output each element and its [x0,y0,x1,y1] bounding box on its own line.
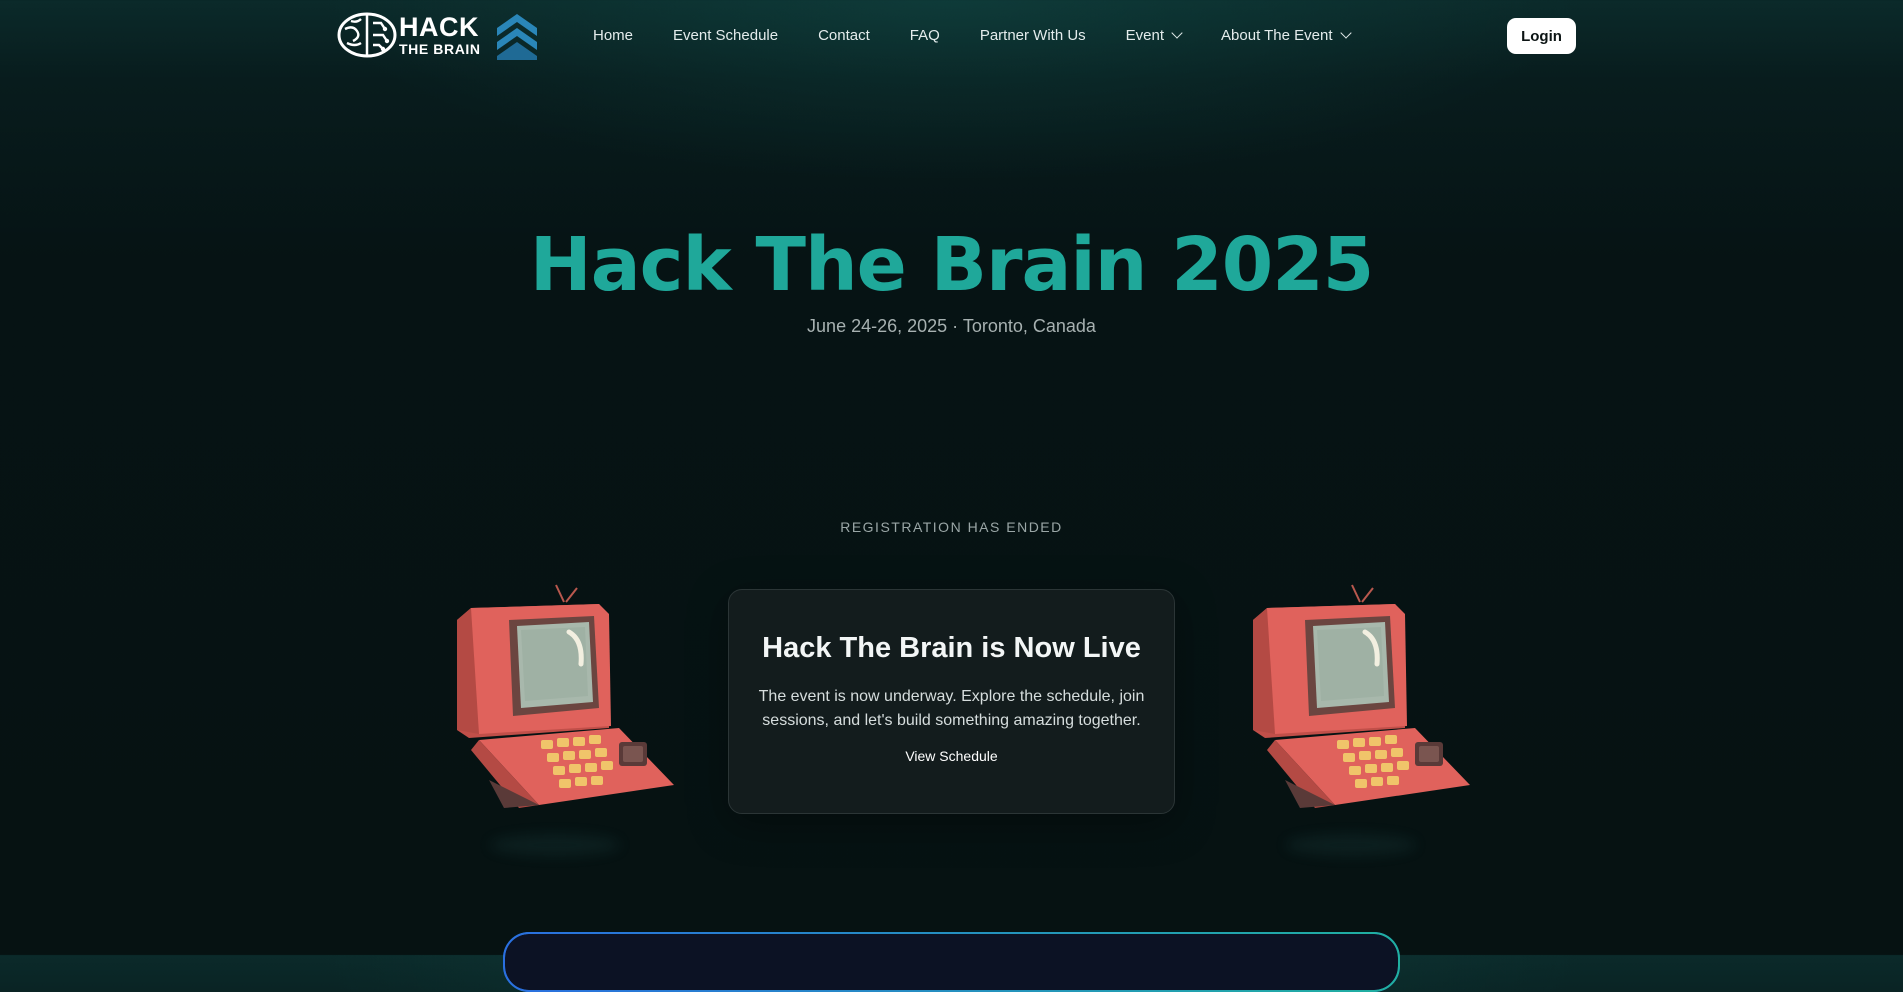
card-description: The event is now underway. Explore the s… [758,688,1145,729]
nav-faq-label: FAQ [909,27,940,44]
nav-home[interactable]: Home [593,27,633,44]
card-title: Hack The Brain is Now Live [762,632,1141,664]
login-button[interactable]: Login [1507,18,1576,54]
chevron-up-icon [497,14,537,60]
nav-event-schedule[interactable]: Event Schedule [673,27,778,44]
logo-wordmark: HACK THE BRAIN [399,12,481,57]
site-logo[interactable]: HACK THE BRAIN [337,11,481,59]
top-navigation: HACK THE BRAIN Home Event Schedule Conta… [0,0,1903,74]
computer-shadow [1286,834,1416,856]
nav-event-dropdown[interactable]: Event [1125,27,1183,44]
nav-partner-label: Partner With Us [979,27,1086,44]
hero-title: Hack The Brain 2025 [529,222,1374,308]
view-schedule-button[interactable]: View Schedule [895,743,1007,769]
retro-computer-icon [457,584,674,808]
retro-computer-icon [1253,584,1470,808]
brain-icon [337,12,397,58]
nav-contact-label: Contact [818,27,870,44]
nav-event-label: Event [1125,27,1165,44]
logo-line-1: HACK [399,12,479,42]
hero-subtitle: June 24-26, 2025 · Toronto, Canada [807,316,1096,336]
nav-event-schedule-label: Event Schedule [673,27,779,44]
nav-links: Home Event Schedule Contact FAQ Partner … [593,27,1390,44]
event-status-card: Hack The Brain is Now Live The event is … [728,589,1175,814]
nav-faq[interactable]: FAQ [910,27,940,44]
registration-status: REGISTRATION HAS ENDED [840,519,1063,535]
bottom-section-panel [503,932,1400,992]
nav-about-dropdown[interactable]: About The Event [1221,27,1352,44]
computer-shadow [490,834,620,856]
chevron-down-icon [1339,27,1352,39]
nav-partner-with-us[interactable]: Partner With Us [980,27,1086,44]
nav-contact[interactable]: Contact [818,27,870,44]
nav-home-label: Home [593,27,634,44]
nav-about-label: About The Event [1221,27,1333,44]
chevron-down-icon [1171,27,1183,39]
logo-line-2: THE BRAIN [399,41,481,57]
